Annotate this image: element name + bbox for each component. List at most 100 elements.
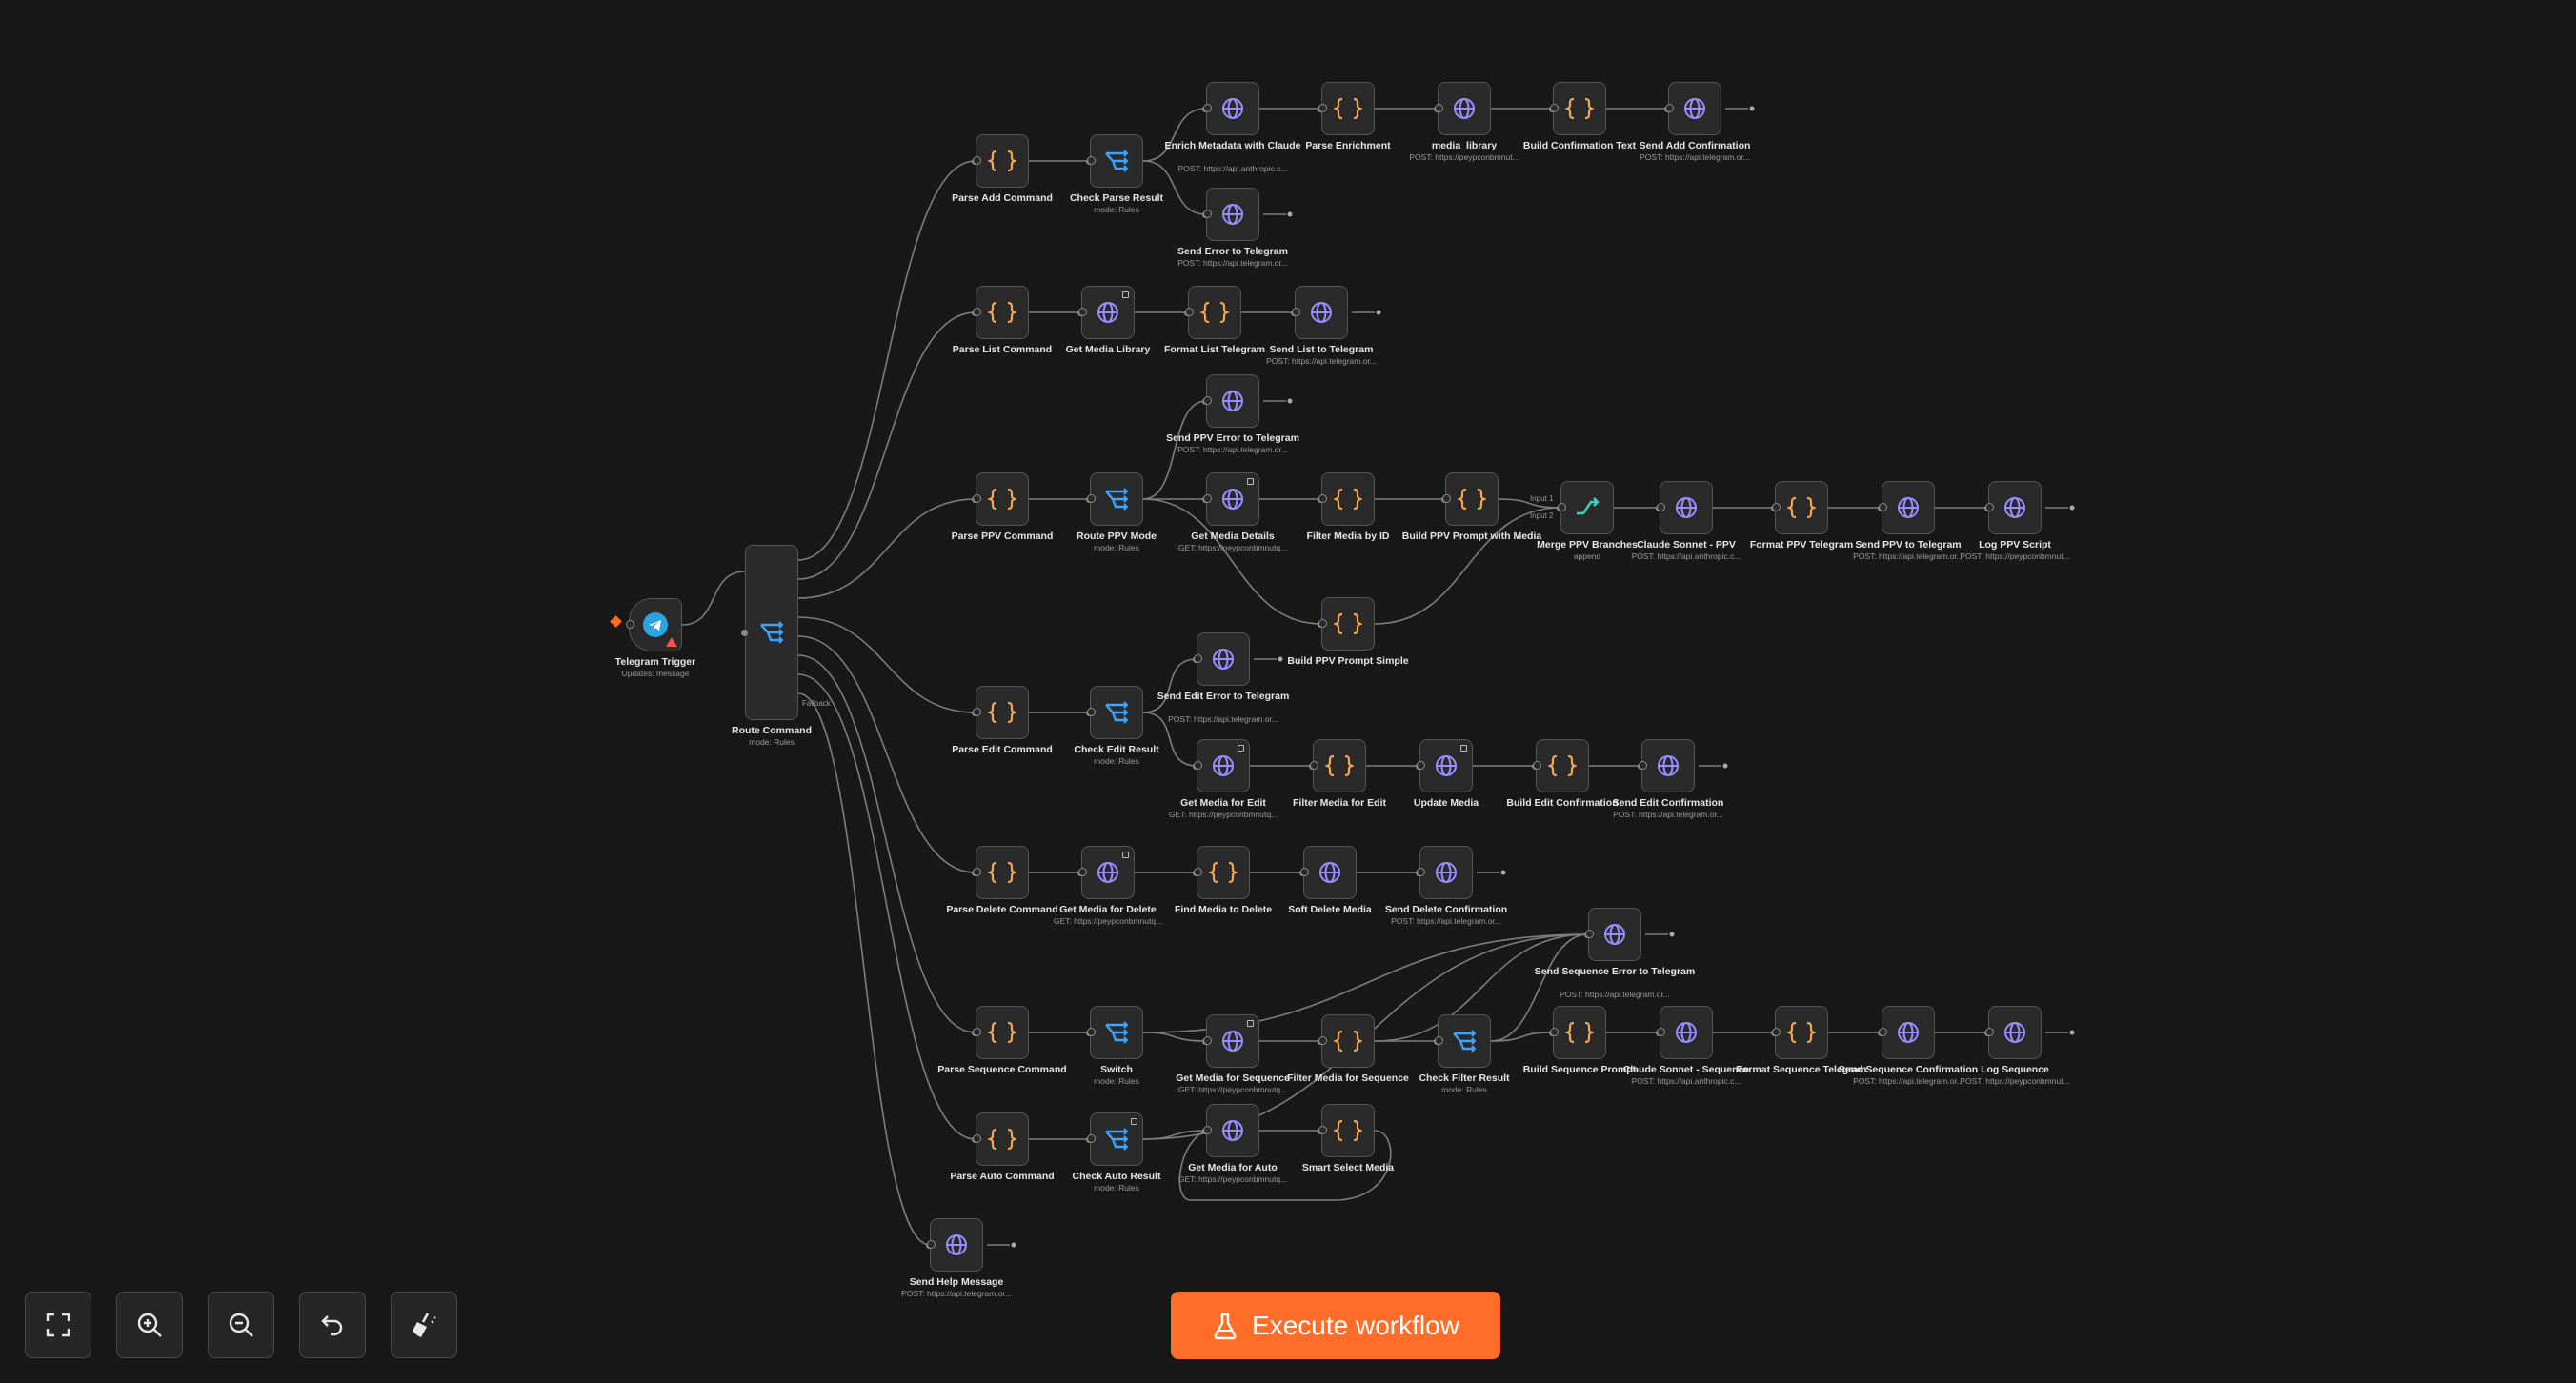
output-port[interactable] xyxy=(1203,104,1212,112)
output-port[interactable] xyxy=(1087,708,1096,716)
output-port[interactable] xyxy=(973,1028,981,1036)
output-port[interactable] xyxy=(626,620,634,629)
node-body[interactable] xyxy=(1313,739,1366,792)
node-body[interactable] xyxy=(1206,1014,1259,1068)
output-port[interactable] xyxy=(1442,494,1451,503)
connection[interactable] xyxy=(797,654,976,1033)
fit-view-button[interactable] xyxy=(25,1292,91,1358)
node-body[interactable] xyxy=(1090,686,1143,739)
output-port[interactable] xyxy=(1318,1126,1327,1134)
add-node-handle[interactable] xyxy=(2069,1030,2075,1035)
output-port[interactable] xyxy=(1087,156,1096,165)
node-body[interactable] xyxy=(745,545,798,720)
output-port[interactable] xyxy=(1558,503,1566,511)
output-port[interactable] xyxy=(1087,494,1096,503)
node-body[interactable] xyxy=(1197,632,1250,686)
node-body[interactable] xyxy=(1197,739,1250,792)
node-body[interactable] xyxy=(1988,1006,2042,1059)
node-body[interactable] xyxy=(1321,82,1375,135)
connection[interactable] xyxy=(797,160,976,561)
connection[interactable] xyxy=(1142,658,1197,713)
output-port[interactable] xyxy=(1318,494,1327,503)
node-body[interactable] xyxy=(1303,846,1357,899)
node-body[interactable] xyxy=(1090,472,1143,526)
output-port[interactable] xyxy=(1772,1028,1781,1036)
add-node-handle[interactable] xyxy=(1749,106,1755,111)
node-body[interactable] xyxy=(1321,597,1375,651)
output-port[interactable] xyxy=(1585,930,1594,938)
node-body[interactable] xyxy=(1090,1112,1143,1166)
output-port[interactable] xyxy=(1318,1036,1327,1045)
output-port[interactable] xyxy=(1417,868,1425,876)
add-node-handle[interactable] xyxy=(1376,310,1381,315)
output-port[interactable] xyxy=(973,868,981,876)
output-port[interactable] xyxy=(1194,654,1202,663)
output-port[interactable] xyxy=(1203,210,1212,218)
output-port[interactable] xyxy=(1417,761,1425,770)
output-port[interactable] xyxy=(1194,868,1202,876)
node-body[interactable] xyxy=(930,1218,983,1272)
add-node-handle[interactable] xyxy=(1500,870,1506,875)
connection[interactable] xyxy=(797,616,976,713)
output-port[interactable] xyxy=(973,708,981,716)
output-port[interactable] xyxy=(1078,308,1087,316)
output-port[interactable] xyxy=(1203,494,1212,503)
node-body[interactable] xyxy=(1090,1006,1143,1059)
node-body[interactable] xyxy=(976,1006,1029,1059)
output-port[interactable] xyxy=(1300,868,1309,876)
node-body[interactable] xyxy=(1419,739,1473,792)
output-port[interactable] xyxy=(1533,761,1541,770)
output-port[interactable] xyxy=(1435,104,1443,112)
output-port[interactable] xyxy=(1087,1028,1096,1036)
node-body[interactable] xyxy=(1553,82,1606,135)
node-body[interactable] xyxy=(1668,82,1721,135)
connection[interactable] xyxy=(1142,108,1207,162)
output-port[interactable] xyxy=(1203,1036,1212,1045)
output-port[interactable] xyxy=(1665,104,1674,112)
node-body[interactable] xyxy=(1660,481,1713,534)
output-port[interactable] xyxy=(1318,619,1327,628)
node-body[interactable] xyxy=(1988,481,2042,534)
tidy-up-button[interactable] xyxy=(391,1292,457,1358)
node-body[interactable] xyxy=(976,846,1029,899)
node-body[interactable] xyxy=(1090,134,1143,188)
node-body[interactable] xyxy=(976,472,1029,526)
node-body[interactable] xyxy=(1321,1014,1375,1068)
node-body[interactable] xyxy=(1206,1104,1259,1157)
zoom-in-button[interactable] xyxy=(116,1292,183,1358)
node-body[interactable] xyxy=(1206,188,1259,241)
node-body[interactable] xyxy=(1438,1014,1491,1068)
connection[interactable] xyxy=(681,571,746,626)
output-port[interactable] xyxy=(973,494,981,503)
zoom-out-button[interactable] xyxy=(208,1292,274,1358)
connection[interactable] xyxy=(1142,1032,1207,1042)
node-body[interactable] xyxy=(1882,1006,1935,1059)
node-body[interactable] xyxy=(1206,472,1259,526)
output-port[interactable] xyxy=(973,308,981,316)
node-body[interactable] xyxy=(1775,1006,1828,1059)
add-node-handle[interactable] xyxy=(1011,1242,1016,1248)
node-body[interactable] xyxy=(1295,286,1348,339)
node-body[interactable] xyxy=(1321,472,1375,526)
output-port[interactable] xyxy=(1879,503,1887,511)
add-node-handle[interactable] xyxy=(1722,763,1728,769)
node-body[interactable] xyxy=(1081,846,1135,899)
output-port[interactable] xyxy=(1657,503,1665,511)
execute-workflow-button[interactable]: Execute workflow xyxy=(1171,1292,1500,1359)
output-port[interactable] xyxy=(1772,503,1781,511)
output-port[interactable] xyxy=(1985,1028,1994,1036)
output-port[interactable] xyxy=(1310,761,1318,770)
output-port[interactable] xyxy=(1435,1036,1443,1045)
add-node-handle[interactable] xyxy=(1287,398,1293,404)
node-body[interactable] xyxy=(976,1112,1029,1166)
output-port[interactable] xyxy=(973,156,981,165)
node-body[interactable] xyxy=(976,686,1029,739)
output-port[interactable] xyxy=(1292,308,1300,316)
node-body[interactable] xyxy=(1206,82,1259,135)
connection[interactable] xyxy=(797,498,976,599)
node-body[interactable] xyxy=(1206,374,1259,428)
node-body[interactable] xyxy=(1660,1006,1713,1059)
reset-zoom-button[interactable] xyxy=(299,1292,366,1358)
output-port[interactable] xyxy=(1639,761,1647,770)
node-body[interactable] xyxy=(1419,846,1473,899)
